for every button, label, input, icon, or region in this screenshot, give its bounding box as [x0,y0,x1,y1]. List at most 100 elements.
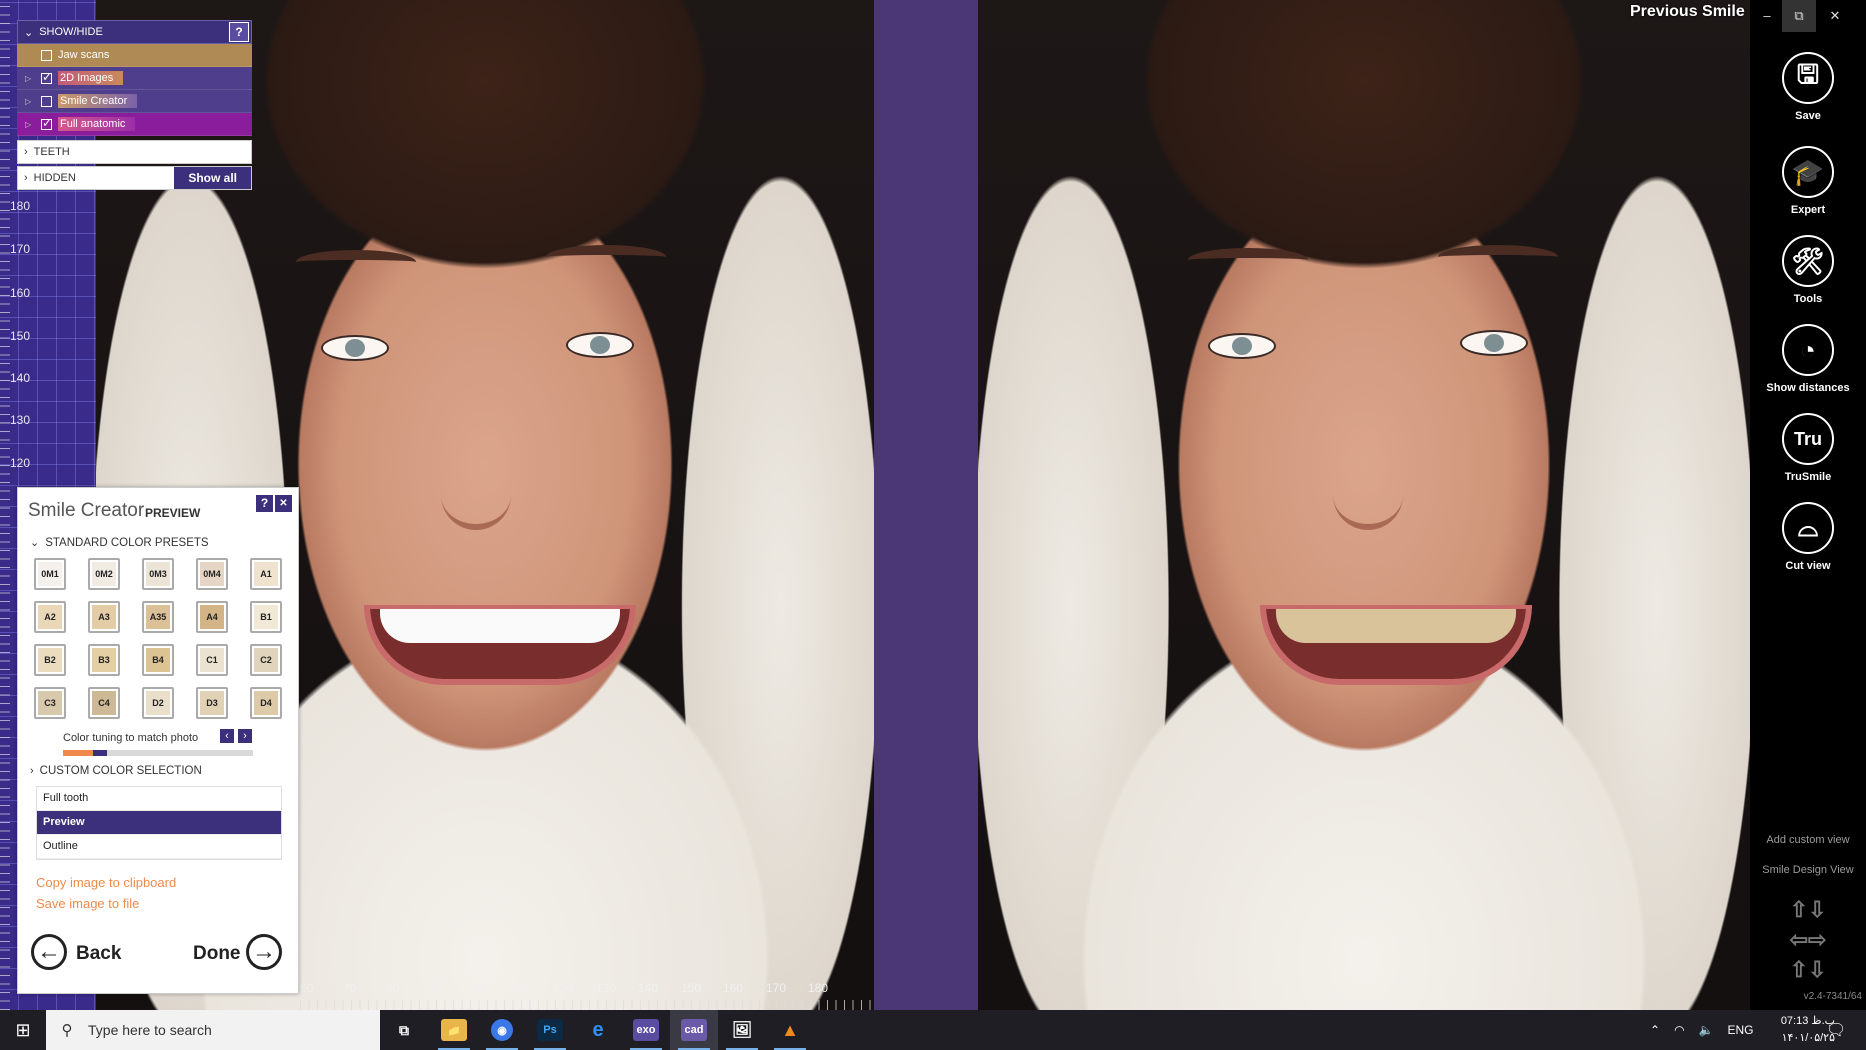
back-arrow-icon[interactable]: ← [31,934,67,970]
eye [1460,330,1528,356]
show-distances-tool-button[interactable]: ◔ Show distances [1750,324,1866,394]
presets-section-header[interactable]: ⌄ STANDARD COLOR PRESETS [30,536,209,549]
layer-row-full-anatomic[interactable]: ▷ Full anatomic [17,113,252,136]
mode-outline[interactable]: Outline [37,835,281,859]
cad-icon[interactable]: cad [670,1010,718,1050]
help-button[interactable]: ? [256,495,273,512]
cut-view-tool-button[interactable]: ⌓ Cut view [1750,502,1866,572]
file-explorer-icon[interactable]: 📁 [430,1010,478,1050]
color-preset-c2[interactable]: C2 [250,644,282,676]
color-preset-c1[interactable]: C1 [196,644,228,676]
cut-view-glyph: ⌓ [1797,512,1819,542]
forward-arrow-icon[interactable]: → [246,934,282,970]
close-button[interactable]: ✕ [275,495,292,512]
add-custom-view-link[interactable]: Add custom view [1750,834,1866,846]
color-preset-0m1[interactable]: 0M1 [34,558,66,590]
color-preset-b1[interactable]: B1 [250,601,282,633]
color-preset-d4[interactable]: D4 [250,687,282,719]
tool-label: Show distances [1766,382,1850,394]
expert-glyph: 🎓 [1791,156,1825,187]
rotate-up-down-icon[interactable]: ⇧⇩ [1778,895,1838,925]
chrome-icon[interactable]: ◉ [478,1010,526,1050]
back-button[interactable]: Back [76,943,121,965]
expand-arrow-icon[interactable]: ▷ [25,120,31,129]
chevron-up-icon[interactable]: ⌃ [1650,1023,1660,1037]
layer-checkbox[interactable] [41,49,52,61]
exocad-icon[interactable]: exo [622,1010,670,1050]
network-icon[interactable]: ◠ [1674,1023,1684,1037]
color-preset-d2[interactable]: D2 [142,687,174,719]
help-button[interactable]: ? [229,22,249,42]
layer-row-jaw-scans[interactable]: Jaw scans [17,44,252,67]
layer-checkbox[interactable] [41,70,52,84]
task-view-icon[interactable]: ⧉ [380,1010,428,1050]
copy-image-link[interactable]: Copy image to clipboard [36,875,176,890]
custom-color-section-header[interactable]: › CUSTOM COLOR SELECTION [30,765,202,777]
layer-checkbox[interactable] [41,95,52,107]
tuning-prev-button[interactable]: ‹ [220,729,234,743]
save-image-link[interactable]: Save image to file [36,896,139,911]
color-preset-b3[interactable]: B3 [88,644,120,676]
layer-label: Smile Creator [58,94,138,108]
cut-view-icon: ⌓ [1782,502,1834,554]
show-all-button[interactable]: Show all [174,167,251,189]
color-preset-a3[interactable]: A3 [88,601,120,633]
volume-icon[interactable]: 🔈 [1699,1023,1714,1037]
hidden-section[interactable]: › HIDDEN Show all [17,166,252,190]
color-preset-0m4[interactable]: 0M4 [196,558,228,590]
tuning-slider[interactable] [63,750,253,756]
layer-row-2d-images[interactable]: ▷ 2D Images [17,67,252,90]
trusmile-tool-button[interactable]: Tru TruSmile [1750,413,1866,483]
layer-row-smile-creator[interactable]: ▷ Smile Creator [17,90,252,113]
taskbar-search[interactable]: ⚲ Type here to search [46,1010,380,1050]
clock[interactable]: 07:13 ب.ظ ۱۴۰۱/۰۵/۲۵ [1755,1013,1835,1047]
color-preset-c4[interactable]: C4 [88,687,120,719]
windows-start-icon[interactable]: ⊞ [0,1010,46,1050]
color-preset-0m3[interactable]: 0M3 [142,558,174,590]
restore-button[interactable]: ⧉ [1782,0,1816,32]
rotate-tilt-icon[interactable]: ⇧⇩ [1778,955,1838,985]
color-preset-b2[interactable]: B2 [34,644,66,676]
save-icon: 🖫 [1782,52,1834,104]
color-preset-b4[interactable]: B4 [142,644,174,676]
language-indicator[interactable]: ENG [1728,1023,1754,1037]
minimize-button[interactable]: – [1750,0,1784,32]
rotate-left-right-icon[interactable]: ⇦⇨ [1778,925,1838,955]
teeth-section[interactable]: › TEETH [17,140,252,164]
photos-icon[interactable]: 🖼 [718,1010,766,1050]
ruler-label: 140 [638,981,659,995]
search-icon: ⚲ [61,1022,73,1039]
expand-arrow-icon[interactable]: ▷ [25,97,31,106]
notifications-icon[interactable]: 🗨 [1826,1010,1846,1050]
ruler-label: 180 [808,981,829,995]
mode-full-tooth[interactable]: Full tooth [37,787,281,811]
tools-tool-button[interactable]: 🛠 Tools [1750,235,1866,305]
color-preset-0m2[interactable]: 0M2 [88,558,120,590]
color-preset-a4[interactable]: A4 [196,601,228,633]
chevron-right-icon: › [24,172,28,184]
system-tray: ⌃ ◠ 🔈 ENG [1650,1010,1754,1050]
color-preset-a2[interactable]: A2 [34,601,66,633]
smile-design-view-link[interactable]: Smile Design View [1750,864,1866,876]
color-preset-d3[interactable]: D3 [196,687,228,719]
expand-arrow-icon[interactable]: ▷ [25,74,31,83]
tuning-slider-handle[interactable] [93,750,108,756]
original-photo[interactable] [978,0,1750,1010]
close-window-button[interactable]: ✕ [1818,0,1852,32]
edge-icon[interactable]: e [574,1010,622,1050]
color-preset-a1[interactable]: A1 [250,558,282,590]
save-tool-button[interactable]: 🖫 Save [1750,52,1866,122]
color-preset-a35[interactable]: A35 [142,601,174,633]
color-preset-c3[interactable]: C3 [34,687,66,719]
clock-time: 07:13 ب.ظ [1780,1015,1835,1027]
show-hide-header[interactable]: ⌄ SHOW/HIDE ? [17,20,252,44]
chevron-right-icon: › [24,146,28,158]
expert-tool-button[interactable]: 🎓 Expert [1750,146,1866,216]
view-navigation-arrows[interactable]: ⇧⇩ ⇦⇨ ⇧⇩ [1778,895,1838,985]
mode-preview[interactable]: Preview [37,811,281,835]
photoshop-icon[interactable]: Ps [526,1010,574,1050]
done-button[interactable]: Done [193,943,241,965]
vlc-icon[interactable]: ▲ [766,1010,814,1050]
layer-checkbox[interactable] [41,116,52,130]
tuning-next-button[interactable]: › [238,729,252,743]
